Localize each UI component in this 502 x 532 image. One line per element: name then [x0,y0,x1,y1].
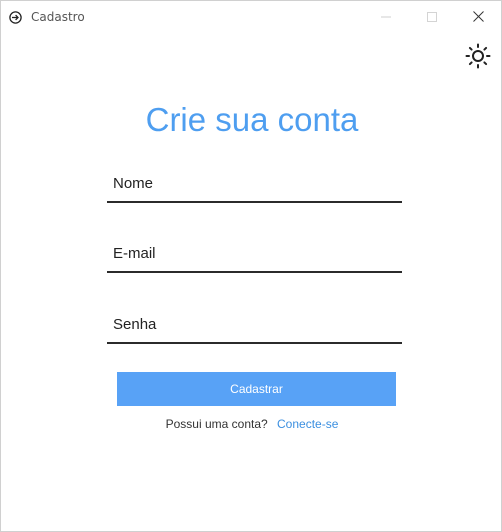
maximize-icon [427,7,437,26]
theme-toggle-button[interactable] [464,42,492,70]
password-field[interactable] [107,306,402,344]
sign-in-icon [9,9,22,24]
minimize-icon [381,7,391,26]
sun-icon [464,43,492,74]
maximize-button[interactable] [409,1,455,31]
register-button[interactable]: Cadastrar [117,372,396,406]
email-input[interactable] [107,235,402,271]
email-field[interactable] [107,235,402,273]
name-input[interactable] [107,165,402,201]
login-prompt-text: Possui uma conta? [165,417,268,431]
close-icon [472,7,484,26]
app-window: Cadastro Crie sua conta Nome E-mail Cada… [0,0,502,532]
minimize-button[interactable] [363,1,409,31]
close-button[interactable] [455,1,501,31]
password-input[interactable] [107,306,402,342]
window-title: Cadastro [31,10,85,24]
name-field[interactable] [107,165,402,203]
login-link[interactable]: Conecte-se [277,417,338,431]
page-title: Crie sua conta [145,101,359,138]
login-prompt-row: Possui uma conta? Conecte-se [1,416,502,432]
title-bar: Cadastro [1,1,501,33]
